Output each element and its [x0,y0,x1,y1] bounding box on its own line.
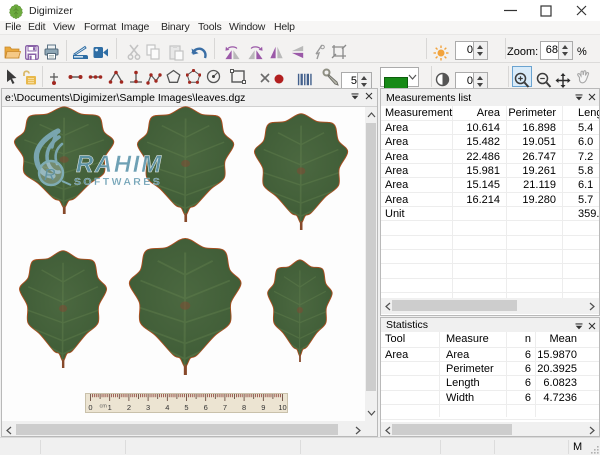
svg-text:10: 10 [278,403,286,412]
svg-text:7: 7 [223,403,227,412]
svg-text:RAHIM: RAHIM [76,151,163,178]
svg-text:SOFTWARES: SOFTWARES [74,176,162,188]
svg-text:cm: cm [100,404,108,410]
svg-text:1: 1 [108,403,112,412]
svg-text:0: 0 [88,403,92,412]
svg-text:5: 5 [184,403,188,412]
svg-text:9: 9 [261,403,265,412]
svg-text:8: 8 [242,403,246,412]
svg-text:4: 4 [165,403,169,412]
svg-text:6: 6 [204,403,208,412]
svg-text:2: 2 [127,403,131,412]
svg-text:3: 3 [146,403,150,412]
svg-text:R: R [44,167,56,184]
